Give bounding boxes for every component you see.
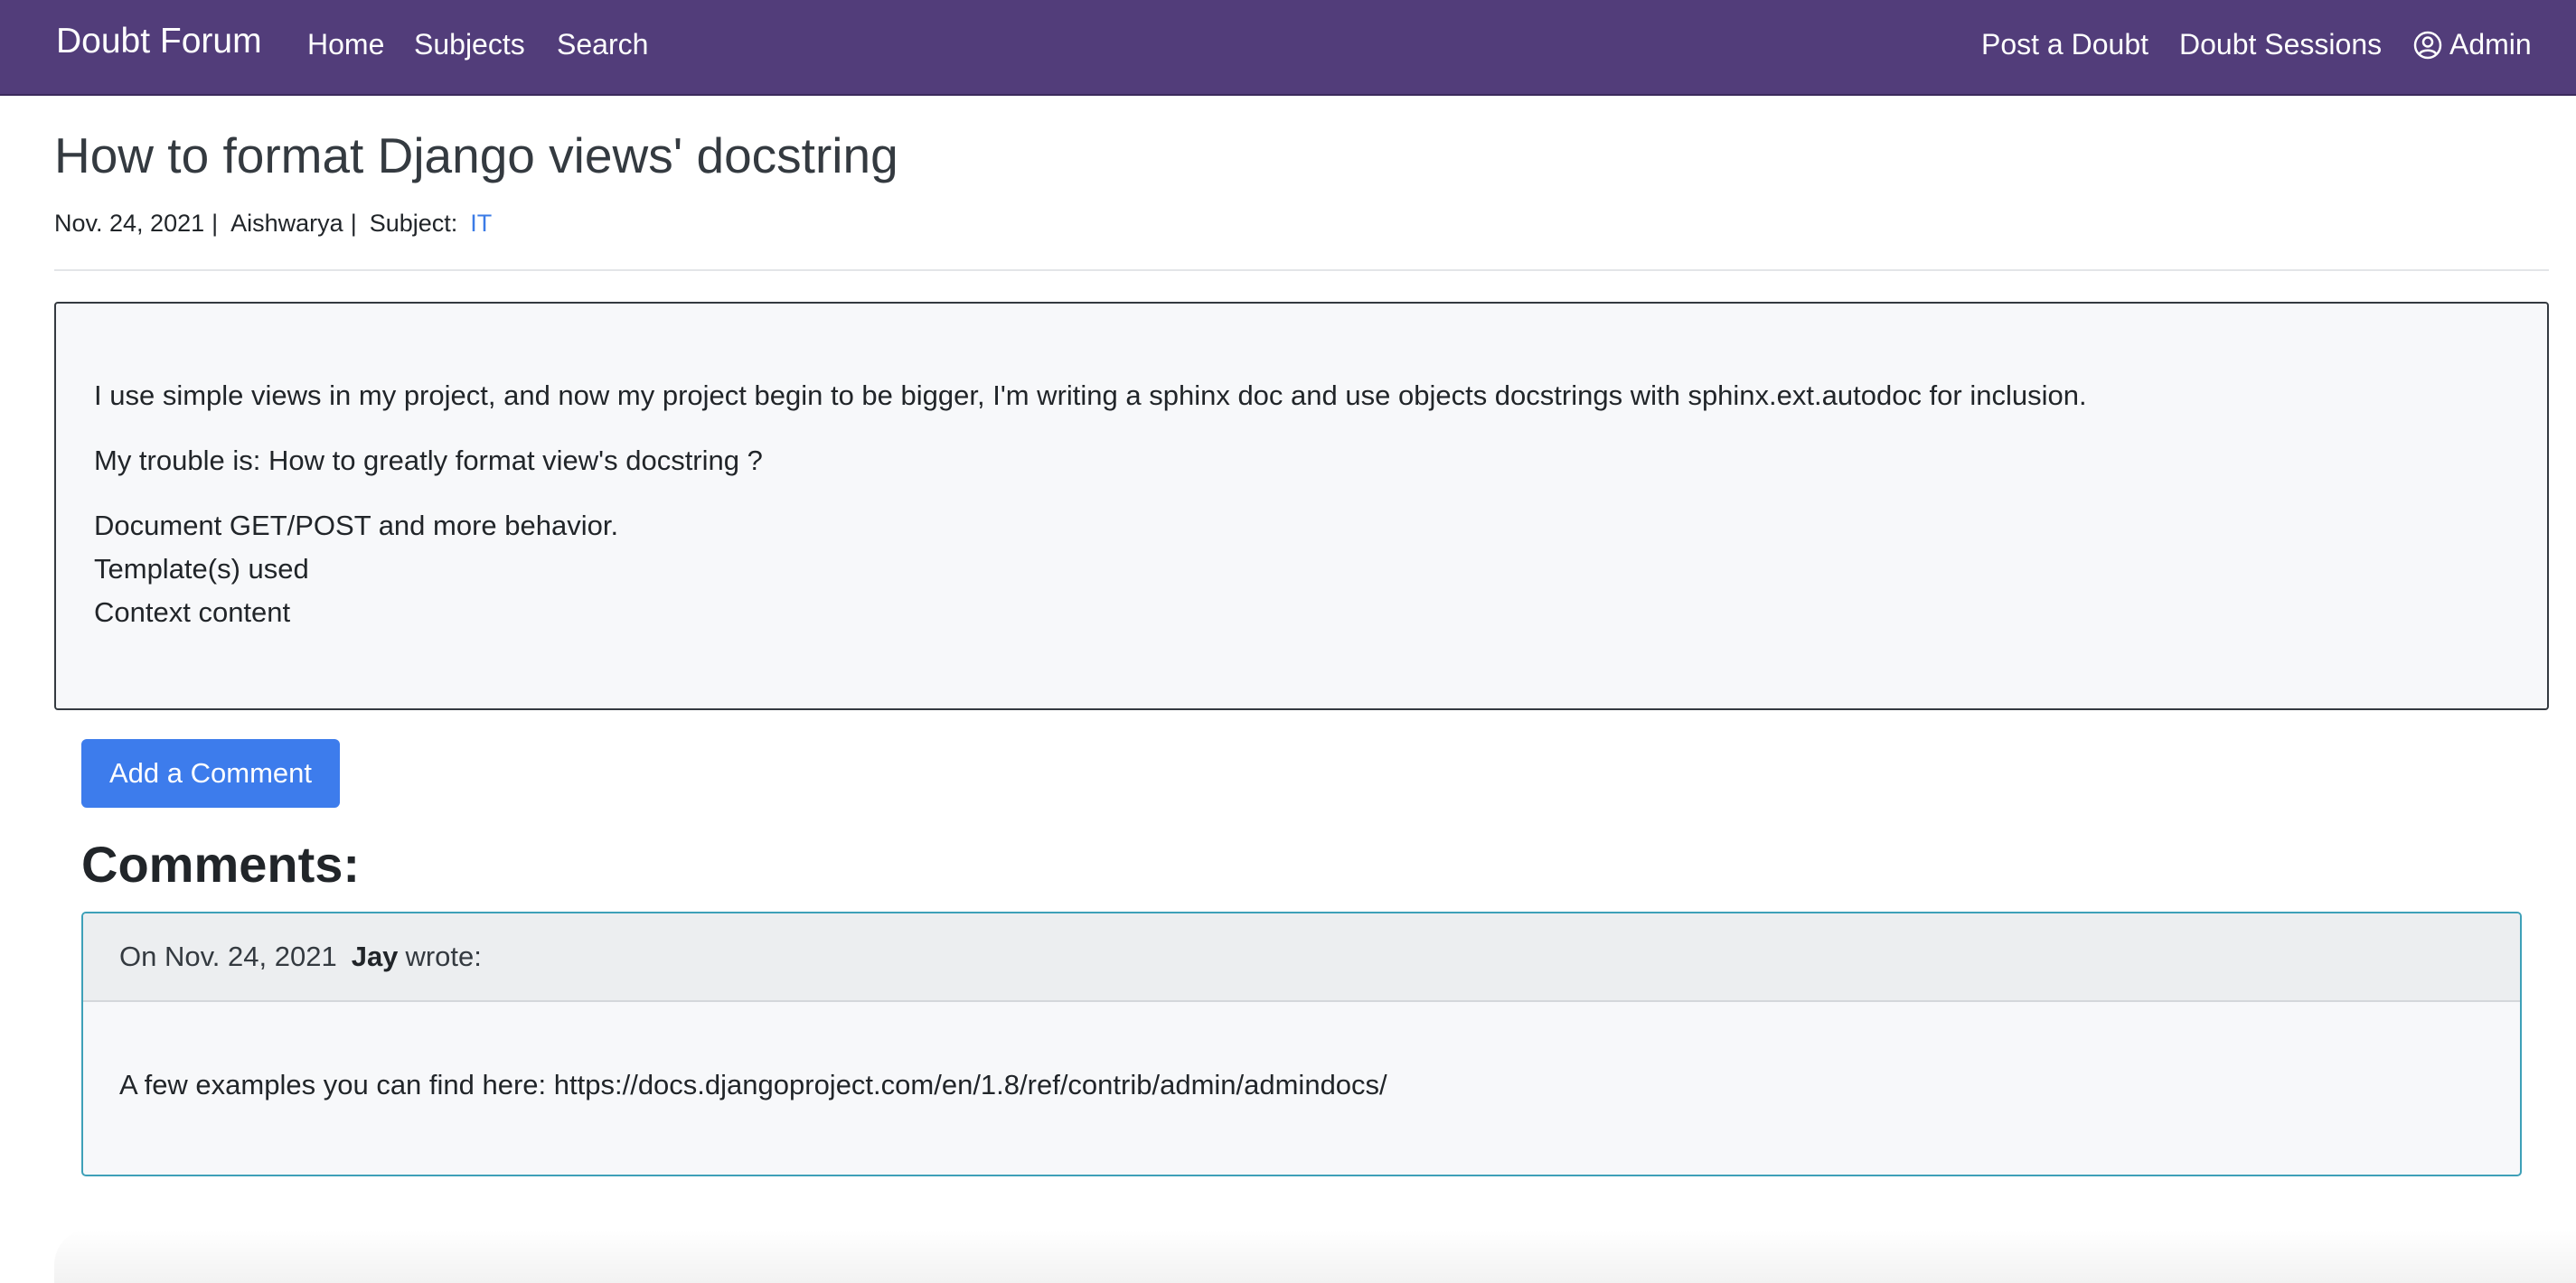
question-paragraph: My trouble is: How to greatly format vie…: [94, 445, 763, 476]
question-date: Nov. 24, 2021: [54, 210, 205, 237]
question-author: Aishwarya: [230, 210, 343, 237]
question-body: I use simple views in my project, and no…: [54, 302, 2549, 710]
user-circle-icon: [2413, 31, 2442, 60]
nav-subjects-link[interactable]: Subjects: [414, 28, 525, 61]
question-title: How to format Django views' docstring: [54, 127, 898, 183]
comment-author: Jay: [351, 941, 399, 972]
question-line: Context content: [94, 596, 291, 628]
question-meta: Nov. 24, 2021 | Aishwarya | Subject: IT: [54, 210, 492, 238]
subject-label: Subject:: [369, 210, 458, 237]
question-line: Document GET/POST and more behavior.: [94, 510, 619, 541]
footer-shadow: [54, 1229, 2576, 1283]
admin-label: Admin: [2449, 28, 2532, 61]
meta-separator: |: [212, 210, 219, 237]
nav-home-link[interactable]: Home: [307, 28, 384, 61]
comments-heading: Comments:: [81, 836, 361, 893]
meta-separator: |: [350, 210, 357, 237]
add-comment-button[interactable]: Add a Comment: [81, 739, 340, 808]
question-line: Template(s) used: [94, 553, 309, 585]
comment-header: On Nov. 24, 2021 Jay wrote:: [83, 913, 2520, 1002]
nav-search-link[interactable]: Search: [557, 28, 648, 61]
subject-link[interactable]: IT: [470, 210, 492, 237]
nav-doubt-sessions-link[interactable]: Doubt Sessions: [2179, 28, 2382, 61]
comment-date: On Nov. 24, 2021: [119, 941, 337, 972]
comment-card: On Nov. 24, 2021 Jay wrote: A few exampl…: [81, 912, 2522, 1176]
divider: [54, 269, 2549, 271]
top-navbar: Doubt Forum Home Subjects Search Post a …: [0, 0, 2576, 96]
comment-body: A few examples you can find here: https:…: [119, 1069, 1387, 1100]
question-paragraph: I use simple views in my project, and no…: [94, 379, 2087, 411]
brand-link[interactable]: Doubt Forum: [56, 22, 262, 61]
nav-admin-link[interactable]: Admin: [2413, 28, 2532, 61]
comment-wrote: wrote:: [405, 941, 482, 972]
nav-post-doubt-link[interactable]: Post a Doubt: [1981, 28, 2148, 61]
question-list: Document GET/POST and more behavior. Tem…: [94, 504, 2511, 634]
